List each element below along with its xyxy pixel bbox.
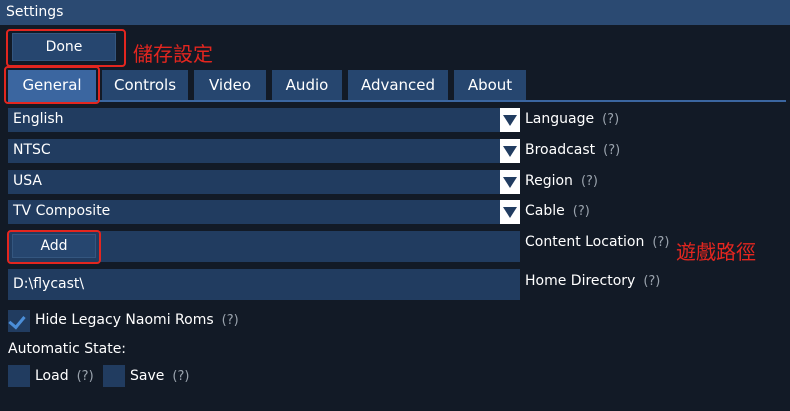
general-tab-highlight-box	[4, 66, 100, 104]
save-settings-annotation: 儲存設定	[133, 42, 213, 66]
home-directory-label-text: Home Directory	[525, 273, 636, 289]
content-location-label-text: Content Location	[525, 234, 645, 250]
hide-legacy-naomi-checkbox[interactable]	[8, 310, 30, 332]
automatic-state-label: Automatic State:	[8, 341, 127, 357]
broadcast-label-text: Broadcast	[525, 142, 596, 158]
help-icon[interactable]: (?)	[172, 369, 189, 384]
tab-advanced[interactable]: Advanced	[348, 70, 448, 100]
home-directory-label: Home Directory (?)	[525, 273, 660, 289]
chevron-down-icon[interactable]	[500, 200, 520, 224]
language-select[interactable]: English	[8, 108, 520, 132]
help-icon[interactable]: (?)	[643, 274, 660, 289]
broadcast-select[interactable]: NTSC	[8, 139, 520, 163]
chevron-down-icon[interactable]	[500, 139, 520, 163]
auto-load-checkbox[interactable]	[8, 365, 30, 387]
add-highlight-box	[7, 230, 101, 264]
help-icon[interactable]: (?)	[222, 313, 239, 328]
cable-label-text: Cable	[525, 203, 565, 219]
window-title: Settings	[6, 4, 64, 20]
help-icon[interactable]: (?)	[652, 235, 669, 250]
game-path-annotation: 遊戲路徑	[676, 240, 756, 264]
region-select[interactable]: USA	[8, 170, 520, 194]
auto-load-label-text: Load	[35, 368, 69, 384]
tab-audio[interactable]: Audio	[272, 70, 342, 100]
help-icon[interactable]: (?)	[77, 369, 94, 384]
help-icon[interactable]: (?)	[602, 112, 619, 127]
region-value: USA	[13, 173, 42, 189]
region-label: Region (?)	[525, 173, 598, 189]
auto-save-checkbox[interactable]	[103, 365, 125, 387]
cable-value: TV Composite	[13, 203, 111, 219]
language-label: Language (?)	[525, 111, 619, 127]
broadcast-label: Broadcast (?)	[525, 142, 620, 158]
cable-select[interactable]: TV Composite	[8, 200, 520, 224]
title-bar: Settings	[0, 0, 790, 25]
home-directory-value: D:\flycast\	[13, 276, 85, 292]
language-value: English	[13, 111, 64, 127]
content-location-label: Content Location (?)	[525, 234, 669, 250]
help-icon[interactable]: (?)	[573, 204, 590, 219]
tab-video[interactable]: Video	[194, 70, 266, 100]
chevron-down-icon[interactable]	[500, 170, 520, 194]
broadcast-value: NTSC	[13, 142, 51, 158]
hide-legacy-naomi-label: Hide Legacy Naomi Roms (?)	[35, 312, 239, 328]
hide-legacy-naomi-label-text: Hide Legacy Naomi Roms	[35, 312, 214, 328]
tab-underline	[8, 100, 786, 102]
auto-load-label: Load (?)	[35, 368, 94, 384]
tab-about[interactable]: About	[454, 70, 526, 100]
checkmark-icon	[8, 311, 26, 330]
cable-label: Cable (?)	[525, 203, 590, 219]
chevron-down-icon[interactable]	[500, 108, 520, 132]
help-icon[interactable]: (?)	[581, 174, 598, 189]
help-icon[interactable]: (?)	[603, 143, 620, 158]
tab-controls[interactable]: Controls	[102, 70, 188, 100]
done-highlight-box	[6, 29, 126, 67]
auto-save-label: Save (?)	[130, 368, 189, 384]
auto-save-label-text: Save	[130, 368, 165, 384]
region-label-text: Region	[525, 173, 573, 189]
language-label-text: Language	[525, 111, 595, 127]
home-directory-field[interactable]: D:\flycast\	[8, 269, 520, 300]
